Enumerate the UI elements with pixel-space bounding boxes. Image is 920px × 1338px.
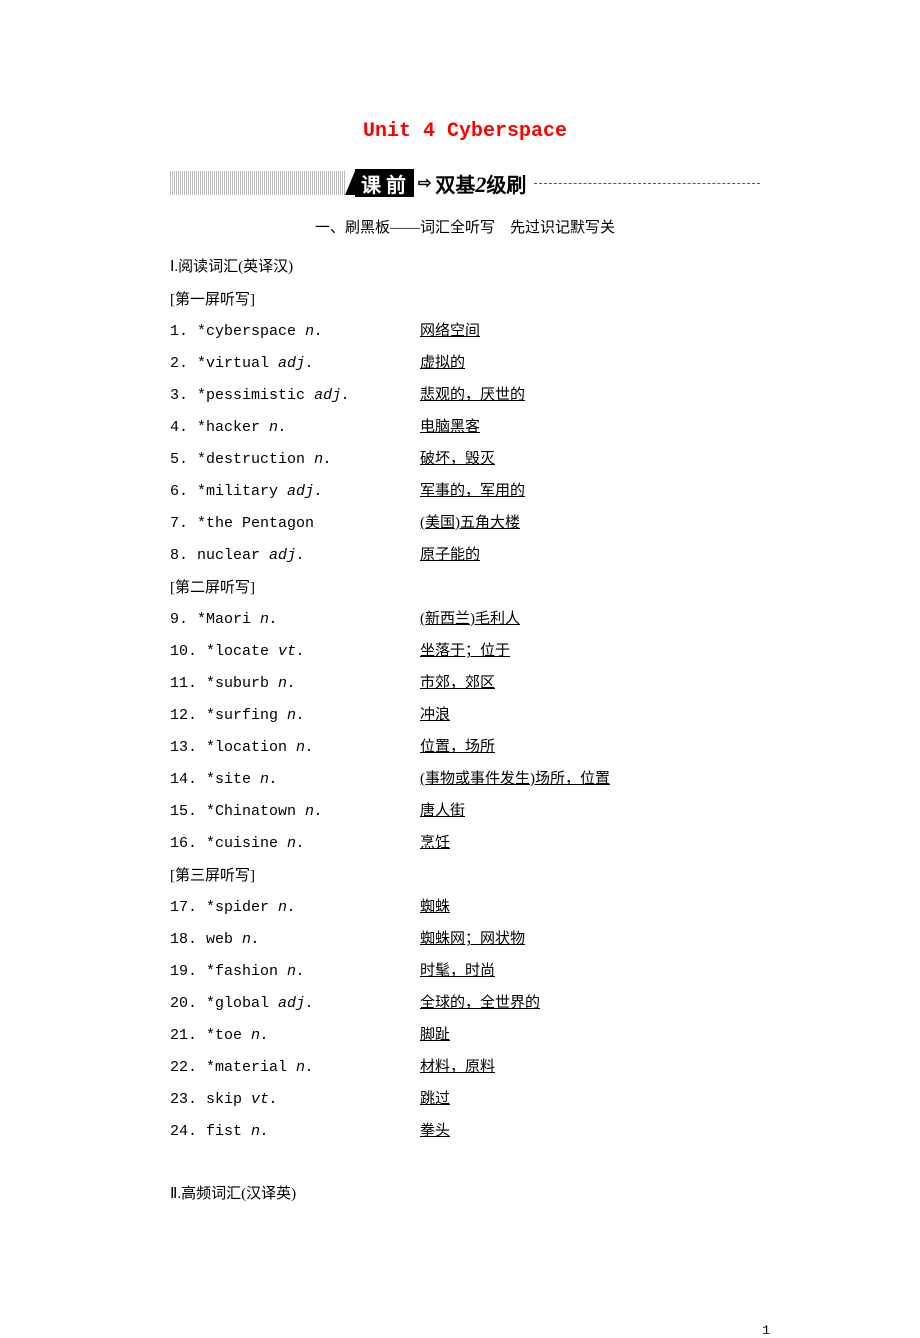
banner-suffix: 级刷 (486, 175, 526, 197)
vocab-row: 1. *cyberspace n.网络空间 (170, 319, 760, 344)
vocab-definition: 拳头 (420, 1119, 450, 1144)
banner-prefix: 双基 (435, 175, 475, 197)
vocab-term: 7. *the Pentagon (170, 511, 420, 536)
vocab-row: 14. *site n.(事物或事件发生)场所，位置 (170, 767, 760, 792)
vocab-term: 23. skip vt. (170, 1087, 420, 1112)
section-title: 一、刷黑板——词汇全听写 先过识记默写关 (170, 216, 760, 237)
vocab-row: 20. *global adj.全球的，全世界的 (170, 991, 760, 1016)
vocab-term: 8. nuclear adj. (170, 543, 420, 568)
vocab-definition: 全球的，全世界的 (420, 991, 540, 1016)
subsection-2-heading: Ⅱ.高频词汇(汉译英) (170, 1182, 760, 1203)
vocab-row: 10. *locate vt.坐落于；位于 (170, 639, 760, 664)
banner-num: 2 (475, 172, 486, 197)
vocab-row: 3. *pessimistic adj.悲观的，厌世的 (170, 383, 760, 408)
screen-label: [第二屏听写] (170, 576, 760, 597)
vocab-row: 16. *cuisine n.烹饪 (170, 831, 760, 856)
vocab-definition: 电脑黑客 (420, 415, 480, 440)
vocab-row: 17. *spider n.蜘蛛 (170, 895, 760, 920)
banner-black-text: 课 前 (361, 169, 406, 198)
vocab-definition: 军事的，军用的 (420, 479, 525, 504)
unit-title: Unit 4 Cyberspace (170, 120, 760, 143)
vocab-row: 23. skip vt.跳过 (170, 1087, 760, 1112)
vocab-row: 2. *virtual adj.虚拟的 (170, 351, 760, 376)
vocab-term: 24. fist n. (170, 1119, 420, 1144)
vocab-row: 7. *the Pentagon (美国)五角大楼 (170, 511, 760, 536)
subsection-1-heading: Ⅰ.阅读词汇(英译汉) (170, 255, 760, 276)
vocab-term: 12. *surfing n. (170, 703, 420, 728)
vocab-definition: 蜘蛛网；网状物 (420, 927, 525, 952)
vocab-row: 8. nuclear adj.原子能的 (170, 543, 760, 568)
vocab-definition: 时髦，时尚 (420, 959, 495, 984)
banner-slash (345, 171, 355, 195)
vocab-definition: 破坏，毁灭 (420, 447, 495, 472)
vocab-term: 14. *site n. (170, 767, 420, 792)
vocab-row: 9. *Maori n.(新西兰)毛利人 (170, 607, 760, 632)
pre-class-banner: 课 前 ⇨ 双基2级刷 (170, 168, 760, 198)
vocab-definition: 烹饪 (420, 831, 450, 856)
vocab-term: 17. *spider n. (170, 895, 420, 920)
screen-label: [第一屏听写] (170, 288, 760, 309)
vocab-definition: 材料，原料 (420, 1055, 495, 1080)
page-number: 1 (0, 1323, 920, 1338)
vocab-definition: 唐人街 (420, 799, 465, 824)
vocab-row: 19. *fashion n.时髦，时尚 (170, 959, 760, 984)
vocab-definition: (事物或事件发生)场所，位置 (420, 767, 610, 792)
vocab-row: 21. *toe n.脚趾 (170, 1023, 760, 1048)
vocab-row: 4. *hacker n.电脑黑客 (170, 415, 760, 440)
vocab-term: 21. *toe n. (170, 1023, 420, 1048)
vocab-row: 5. *destruction n.破坏，毁灭 (170, 447, 760, 472)
vocab-definition: 原子能的 (420, 543, 480, 568)
vocab-definition: 市郊，郊区 (420, 671, 495, 696)
vocab-row: 22. *material n.材料，原料 (170, 1055, 760, 1080)
vocab-term: 6. *military adj. (170, 479, 420, 504)
vocab-definition: 蜘蛛 (420, 895, 450, 920)
vocab-term: 19. *fashion n. (170, 959, 420, 984)
vocab-definition: (新西兰)毛利人 (420, 607, 520, 632)
vocab-definition: (美国)五角大楼 (420, 511, 520, 536)
vocab-row: 15. *Chinatown n.唐人街 (170, 799, 760, 824)
vocab-term: 20. *global adj. (170, 991, 420, 1016)
vocab-definition: 网络空间 (420, 319, 480, 344)
vocab-term: 13. *location n. (170, 735, 420, 760)
vocab-definition: 冲浪 (420, 703, 450, 728)
vocab-definition: 脚趾 (420, 1023, 450, 1048)
vocab-row: 11. *suburb n.市郊，郊区 (170, 671, 760, 696)
banner-dotted-line (534, 183, 760, 184)
vocab-term: 3. *pessimistic adj. (170, 383, 420, 408)
vocab-definition: 位置，场所 (420, 735, 495, 760)
vocab-term: 16. *cuisine n. (170, 831, 420, 856)
vocab-term: 1. *cyberspace n. (170, 319, 420, 344)
vocab-term: 10. *locate vt. (170, 639, 420, 664)
banner-hatch (170, 171, 345, 195)
vocab-row: 13. *location n.位置，场所 (170, 735, 760, 760)
vocab-term: 11. *suburb n. (170, 671, 420, 696)
vocab-row: 6. *military adj.军事的，军用的 (170, 479, 760, 504)
vocab-definition: 跳过 (420, 1087, 450, 1112)
vocab-term: 15. *Chinatown n. (170, 799, 420, 824)
vocab-definition: 悲观的，厌世的 (420, 383, 525, 408)
vocab-term: 4. *hacker n. (170, 415, 420, 440)
vocab-term: 22. *material n. (170, 1055, 420, 1080)
vocab-term: 9. *Maori n. (170, 607, 420, 632)
vocab-definition: 坐落于；位于 (420, 639, 510, 664)
banner-text: 双基2级刷 (435, 169, 526, 198)
screen-label: [第三屏听写] (170, 864, 760, 885)
vocab-term: 18. web n. (170, 927, 420, 952)
vocab-term: 2. *virtual adj. (170, 351, 420, 376)
banner-black-label: 课 前 (355, 169, 414, 197)
vocab-row: 12. *surfing n.冲浪 (170, 703, 760, 728)
arrow-right-icon: ⇨ (418, 173, 431, 193)
vocab-row: 18. web n.蜘蛛网；网状物 (170, 927, 760, 952)
vocab-definition: 虚拟的 (420, 351, 465, 376)
vocab-row: 24. fist n.拳头 (170, 1119, 760, 1144)
vocab-term: 5. *destruction n. (170, 447, 420, 472)
